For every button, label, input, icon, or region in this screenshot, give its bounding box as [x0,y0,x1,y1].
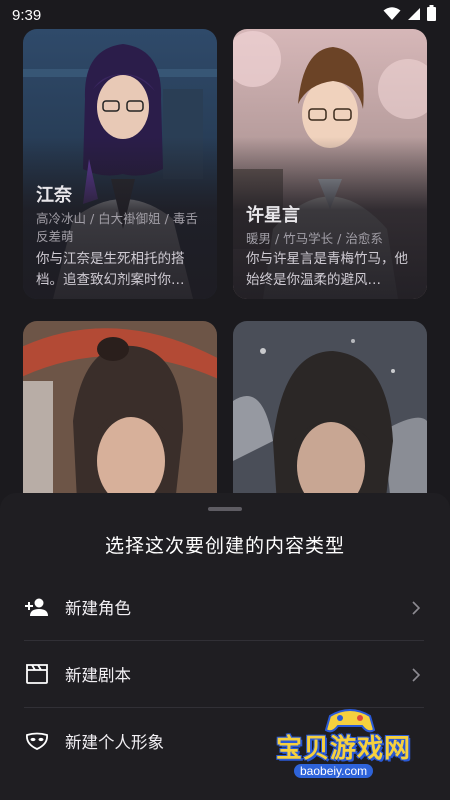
add-person-icon [24,594,50,620]
character-portrait [233,321,427,521]
mask-icon [24,728,50,754]
character-card[interactable] [233,321,427,521]
signal-icon [407,6,421,25]
watermark-text: 宝贝游戏网 [276,734,412,764]
sheet-drag-handle[interactable] [208,507,242,511]
watermark-logo: 宝贝游戏网 baobeiy.com [268,702,448,792]
new-character-option[interactable]: 新建角色 [24,574,426,640]
card-name: 江奈 [36,185,72,206]
clapperboard-icon [24,661,50,687]
card-desc: 你与许星言是青梅竹马，他始终是你温柔的避风… [246,251,408,288]
watermark-url: baobeiy.com [294,764,374,778]
status-bar: 9:39 [0,0,450,30]
card-name: 许星言 [246,205,300,226]
card-tags: 高冷冰山 / 白大褂御姐 / 毒舌反差萌 [36,211,198,244]
option-label: 新建角色 [65,599,131,618]
sheet-title: 选择这次要创建的内容类型 [104,535,345,557]
battery-icon [427,5,436,25]
status-time: 9:39 [12,6,42,24]
character-card[interactable] [23,321,217,521]
card-tags: 暖男 / 竹马学长 / 治愈系 [246,231,383,246]
status-icons [383,5,436,25]
character-card[interactable]: 许星言 暖男 / 竹马学长 / 治愈系 你与许星言是青梅竹马，他始终是你温柔的避… [233,29,427,299]
character-grid: 江奈 高冷冰山 / 白大褂御姐 / 毒舌反差萌 你与江奈是生死相托的搭档。追查致… [0,0,450,521]
character-portrait [23,321,217,521]
card-desc: 你与江奈是生死相托的搭档。追查致幻剂案时你… [36,251,185,288]
option-label: 新建剧本 [65,666,131,685]
wifi-icon [383,6,401,25]
character-card[interactable]: 江奈 高冷冰山 / 白大褂御姐 / 毒舌反差萌 你与江奈是生死相托的搭档。追查致… [23,29,217,299]
new-script-option[interactable]: 新建剧本 [24,641,426,707]
chevron-right-icon [412,600,424,615]
chevron-right-icon [412,667,424,682]
